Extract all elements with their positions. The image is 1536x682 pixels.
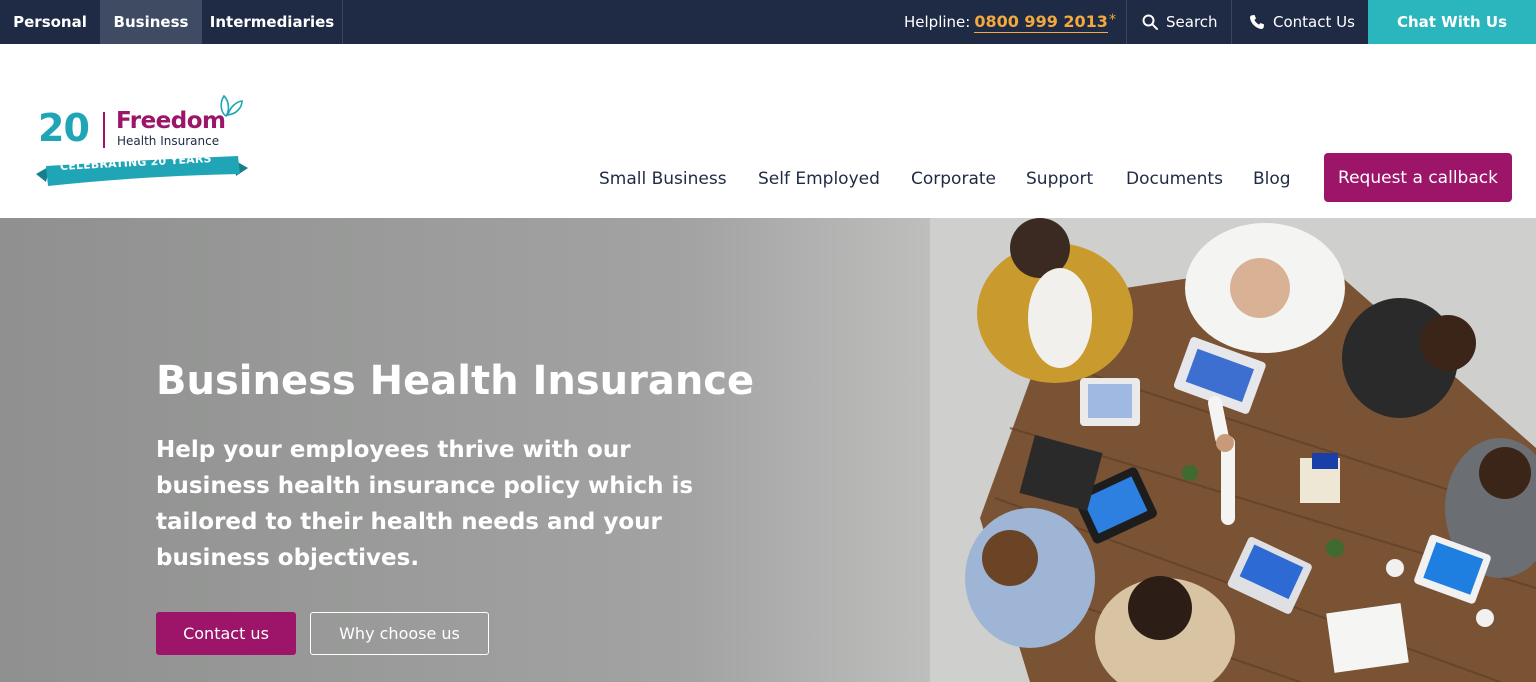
- divider: [1126, 0, 1127, 44]
- leaf-icon: [220, 94, 243, 118]
- search-label: Search: [1166, 13, 1218, 31]
- request-callback-button[interactable]: Request a callback: [1324, 153, 1512, 202]
- helpline-label: Helpline:: [904, 13, 971, 31]
- logo-divider: [103, 112, 105, 148]
- utility-bar: Personal Business Intermediaries Helplin…: [0, 0, 1536, 44]
- segment-intermediaries[interactable]: Intermediaries: [202, 0, 343, 44]
- segment-personal[interactable]: Personal: [0, 0, 100, 44]
- why-choose-us-button[interactable]: Why choose us: [310, 612, 489, 655]
- chat-with-us-button[interactable]: Chat With Us: [1368, 0, 1536, 44]
- logo[interactable]: 20 Freedom Health Insurance CELEBRATING …: [36, 94, 248, 190]
- divider: [1231, 0, 1232, 44]
- hero-subtitle: Help your employees thrive with our busi…: [156, 437, 694, 571]
- nav-documents[interactable]: Documents: [1126, 166, 1223, 192]
- helpline: Helpline: 0800 999 2013 *: [904, 0, 1116, 44]
- logo-subbrand: Health Insurance: [117, 134, 220, 148]
- contact-us-label: Contact Us: [1273, 13, 1355, 31]
- contact-us-hero-button[interactable]: Contact us: [156, 612, 296, 655]
- logo-number: 20: [38, 106, 90, 150]
- nav-blog[interactable]: Blog: [1253, 166, 1291, 192]
- phone-icon: [1250, 15, 1264, 29]
- site-header: 20 Freedom Health Insurance CELEBRATING …: [0, 44, 1536, 218]
- nav-corporate[interactable]: Corporate: [911, 166, 996, 192]
- nav-support[interactable]: Support: [1026, 166, 1093, 192]
- search-button[interactable]: Search: [1142, 0, 1218, 44]
- nav-small-business[interactable]: Small Business: [599, 166, 727, 192]
- helpline-number-link[interactable]: 0800 999 2013: [974, 12, 1108, 33]
- segment-business[interactable]: Business: [100, 0, 202, 44]
- nav-self-employed[interactable]: Self Employed: [758, 166, 880, 192]
- hero-banner: Business Health Insurance Help your empl…: [0, 218, 1536, 682]
- helpline-asterisk: *: [1108, 12, 1116, 28]
- search-icon: [1142, 14, 1158, 30]
- contact-us-button[interactable]: Contact Us: [1249, 0, 1355, 44]
- hero-title: Business Health Insurance: [156, 358, 755, 404]
- logo-brand: Freedom: [116, 108, 226, 134]
